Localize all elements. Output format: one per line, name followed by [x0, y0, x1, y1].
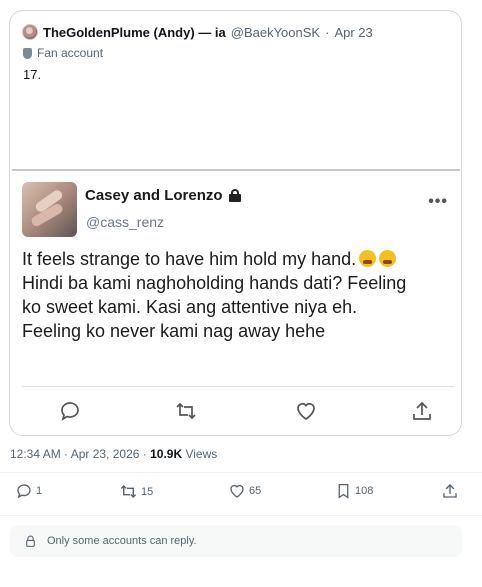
embedded-line-1: It feels strange to have him hold my han…	[22, 247, 454, 271]
views-count: 10.9K	[150, 447, 183, 461]
crying-face-emoji-icon	[379, 250, 397, 267]
heart-icon	[230, 484, 244, 498]
more-options-icon: •••	[428, 193, 448, 210]
crying-face-emoji-icon	[359, 250, 377, 267]
bookmark-button[interactable]: 108	[335, 482, 373, 500]
like-count: 65	[249, 485, 262, 497]
embedded-line-2: Hindi ba kami naghoholding hands dati? F…	[22, 273, 407, 293]
quote-avatar[interactable]	[22, 24, 38, 40]
heart-icon	[297, 403, 315, 421]
embedded-display-name: Casey and Lorenzo	[85, 187, 223, 204]
bookmark-count: 108	[355, 485, 374, 497]
repost-icon	[176, 402, 196, 420]
quote-header: TheGoldenPlume (Andy) — ia @BaekYoonSK ·…	[22, 24, 373, 40]
repost-button[interactable]: 15	[119, 482, 153, 501]
quote-display-name[interactable]: TheGoldenPlume (Andy) — ia	[43, 25, 226, 40]
views-label: Views	[182, 447, 218, 461]
embedded-avatar	[22, 182, 77, 237]
reply-restriction-notice: Only some accounts can reply.	[10, 525, 462, 557]
reply-icon	[17, 484, 31, 499]
divider	[22, 386, 454, 387]
divider-top	[0, 472, 482, 473]
separator-dot: ·	[325, 24, 330, 40]
reply-button[interactable]: 1	[15, 482, 42, 500]
like-button[interactable]: 65	[228, 482, 261, 500]
quote-handle[interactable]: @BaekYoonSK	[231, 25, 320, 40]
reply-count: 1	[36, 485, 43, 497]
action-bar: 1 15 65 108	[0, 482, 482, 510]
lock-icon	[228, 189, 241, 202]
reply-restriction-text: Only some accounts can reply.	[47, 535, 197, 547]
embedded-action-bar	[12, 399, 460, 429]
embedded-line-3: ko sweet kami. Kasi ang attentive niya e…	[22, 297, 358, 317]
share-icon	[443, 484, 457, 498]
post-timestamp[interactable]: 12:34 AM · Apr 23, 2026 · 10.9K Views	[10, 447, 217, 461]
share-button[interactable]	[441, 482, 459, 500]
quote-date[interactable]: Apr 23	[334, 25, 372, 40]
reply-icon	[61, 402, 79, 421]
divider-bottom	[0, 515, 482, 516]
share-icon	[413, 401, 431, 420]
repost-count: 15	[141, 485, 154, 498]
embedded-handle: @cass_renz	[86, 214, 165, 230]
repost-icon	[120, 484, 137, 499]
lock-icon	[26, 535, 35, 547]
quote-card[interactable]: TheGoldenPlume (Andy) — ia @BaekYoonSK ·…	[9, 10, 462, 436]
quote-text: 17.	[23, 67, 42, 82]
bookmark-icon	[338, 483, 349, 499]
fan-account-label: Fan account	[37, 46, 104, 60]
attached-screenshot[interactable]: Casey and Lorenzo @cass_renz ••• It feel…	[12, 169, 460, 435]
shield-icon	[23, 47, 32, 59]
embedded-display-name-row: Casey and Lorenzo	[85, 187, 241, 204]
embedded-line-4: Feeling ko never kami nag away hehe	[22, 321, 326, 341]
embedded-post-text: It feels strange to have him hold my han…	[22, 247, 454, 343]
fan-account-badge: Fan account	[23, 46, 103, 60]
timestamp-text[interactable]: 12:34 AM · Apr 23, 2026 ·	[10, 447, 150, 461]
